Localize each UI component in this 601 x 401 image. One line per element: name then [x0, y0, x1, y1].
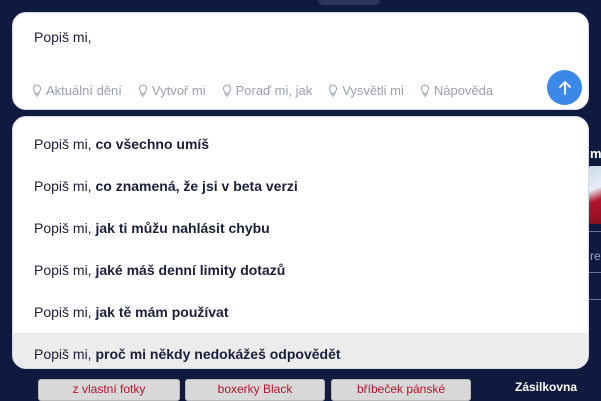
hint-chip-porad-mi-jak[interactable]: Poraď mi, jak — [222, 83, 313, 98]
hint-chip-vytvor-mi[interactable]: Vytvoř mi — [138, 83, 206, 98]
suggestion-item[interactable]: Popiš mi, jak ti můžu nahlásit chybu — [13, 207, 588, 249]
background-tab — [318, 0, 380, 5]
suggestion-prefix: Popiš mi, — [34, 136, 96, 152]
lightbulb-icon — [420, 84, 429, 97]
divider — [588, 231, 601, 232]
suggestion-text: jak tě mám používat — [95, 304, 229, 320]
hint-chip-label: Poraď mi, jak — [235, 83, 313, 98]
suggestion-prefix: Popiš mi, — [34, 262, 96, 278]
suggestion-text: jak ti můžu nahlásit chybu — [95, 220, 270, 236]
search-box[interactable]: Popiš mi, Aktuální dění Vytvoř mi Poraď … — [12, 12, 589, 110]
background-side-text: m — [590, 146, 601, 161]
divider — [588, 299, 601, 300]
hint-chip-label: Vysvětli mi — [342, 83, 404, 98]
lightbulb-icon — [222, 84, 231, 97]
hint-chip-vysvetli-mi[interactable]: Vysvětli mi — [328, 83, 404, 98]
suggestion-item[interactable]: Popiš mi, jak tě mám používat — [13, 291, 588, 333]
suggestion-item-active[interactable]: Popiš mi, proč mi někdy nedokážeš odpově… — [13, 333, 588, 368]
lightbulb-icon — [32, 84, 42, 97]
suggestion-prefix: Popiš mi, — [34, 304, 96, 320]
suggestion-item[interactable]: Popiš mi, co všechno umíš — [13, 123, 588, 165]
suggestion-text: jaké máš denní limity dotazů — [95, 262, 286, 278]
search-input[interactable]: Popiš mi, — [34, 29, 92, 45]
background-side-label: ren — [590, 249, 601, 263]
suggestion-prefix: Popiš mi, — [34, 178, 96, 194]
lightbulb-icon — [329, 84, 338, 97]
suggestion-text: proč mi někdy nedokážeš odpovědět — [95, 346, 341, 362]
suggestion-item[interactable]: Popiš mi, jaké máš denní limity dotazů — [13, 249, 588, 291]
hint-chip-aktualni-deni[interactable]: Aktuální dění — [32, 83, 122, 98]
suggestions-dropdown: Popiš mi, co všechno umíš Popiš mi, co z… — [12, 116, 589, 369]
suggestion-text: co všechno umíš — [95, 136, 210, 152]
hint-chip-label: Aktuální dění — [46, 83, 122, 98]
background-chip[interactable]: z vlastní fotky — [38, 379, 180, 401]
suggestion-prefix: Popiš mi, — [34, 346, 96, 362]
divider — [588, 272, 601, 273]
hint-chip-label: Nápověda — [433, 83, 494, 98]
hint-chip-label: Vytvoř mi — [151, 83, 206, 98]
suggestion-text: co znamená, že jsi v beta verzi — [95, 178, 298, 194]
hint-chips: Aktuální dění Vytvoř mi Poraď mi, jak Vy… — [32, 83, 493, 98]
lightbulb-icon — [138, 84, 147, 97]
arrow-up-icon — [558, 80, 571, 95]
suggestion-prefix: Popiš mi, — [34, 220, 96, 236]
submit-button[interactable] — [547, 70, 582, 105]
background-thumbnail[interactable] — [588, 166, 601, 224]
background-chip[interactable]: boxerky Black — [185, 379, 325, 401]
suggestion-item[interactable]: Popiš mi, co znamená, že jsi v beta verz… — [13, 165, 588, 207]
hint-chip-napoveda[interactable]: Nápověda — [420, 83, 493, 98]
background-chip[interactable]: bříbeček pánské — [331, 379, 471, 401]
